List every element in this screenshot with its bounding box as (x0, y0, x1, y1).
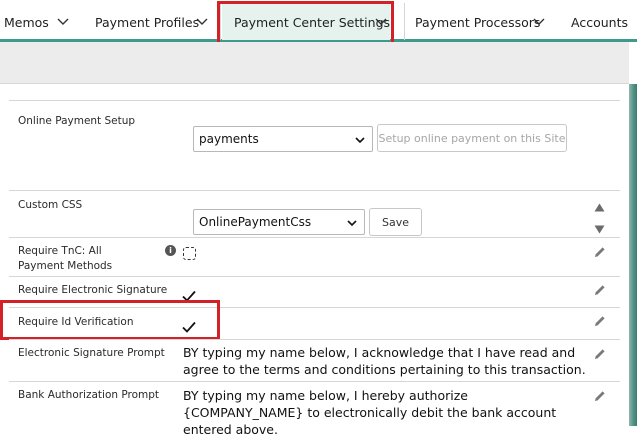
move-up-icon[interactable] (594, 197, 605, 216)
custom-css-select[interactable]: OnlinePaymentCss (193, 209, 365, 235)
bank-prompt-value: BY typing my name below, I hereby author… (183, 388, 557, 437)
top-nav-bar: Memos Payment Profiles Payment Center Se… (0, 0, 637, 42)
edit-pencil-icon[interactable] (594, 345, 606, 359)
edit-pencil-icon[interactable] (594, 312, 606, 326)
tab-payment-center-settings[interactable]: Payment Center Settings (234, 6, 390, 38)
custom-css-label: Custom CSS (18, 199, 83, 211)
tab-memos[interactable]: Memos (4, 6, 69, 38)
chevron-down-icon[interactable] (56, 15, 70, 29)
chevron-down-icon[interactable] (195, 15, 209, 29)
tab-accounts[interactable]: Accounts (571, 6, 628, 38)
chevron-down-icon (354, 134, 366, 149)
online-payment-setup-label: Online Payment Setup (18, 115, 136, 127)
toolbar-band (0, 42, 629, 84)
custom-css-select-value: OnlinePaymentCss (199, 215, 312, 229)
tab-accounts-label: Accounts (571, 14, 628, 30)
nav-divider (404, 3, 405, 40)
setup-online-payment-button[interactable]: Setup online payment on this Site (377, 124, 567, 152)
online-payment-select[interactable]: payments (193, 126, 373, 152)
save-css-button[interactable]: Save (369, 208, 422, 236)
esig-prompt-value: BY typing my name below, I acknowledge t… (183, 345, 586, 377)
nav-divider (220, 3, 221, 40)
tab-payment-center-settings-label: Payment Center Settings (234, 14, 391, 30)
tab-payment-processors-label: Payment Processors (415, 14, 541, 30)
edit-pencil-icon[interactable] (594, 387, 606, 401)
edit-pencil-icon[interactable] (594, 243, 606, 257)
tnc-checkbox[interactable] (183, 247, 196, 260)
online-payment-select-value: payments (199, 132, 259, 146)
require-tnc-label: Require TnC: All Payment Methods (18, 245, 113, 272)
require-id-label: Require Id Verification (18, 316, 134, 328)
chevron-down-icon[interactable] (374, 15, 388, 29)
tab-payment-processors[interactable]: Payment Processors (415, 6, 545, 38)
tab-payment-profiles[interactable]: Payment Profiles (95, 6, 208, 38)
tab-memos-label: Memos (4, 14, 49, 30)
chevron-down-icon[interactable] (532, 15, 546, 29)
chevron-down-icon (346, 217, 358, 232)
edit-pencil-icon[interactable] (594, 281, 606, 295)
side-scroll-strip (629, 84, 637, 426)
bank-prompt-label: Bank Authorization Prompt (18, 389, 160, 401)
require-esig-label: Require Electronic Signature (18, 284, 168, 296)
checkmark-icon (182, 318, 196, 333)
esig-prompt-label: Electronic Signature Prompt (18, 347, 165, 359)
info-icon[interactable]: i (165, 245, 176, 256)
tab-payment-profiles-label: Payment Profiles (95, 14, 200, 30)
move-down-icon[interactable] (594, 219, 605, 238)
checkmark-icon (182, 287, 196, 302)
